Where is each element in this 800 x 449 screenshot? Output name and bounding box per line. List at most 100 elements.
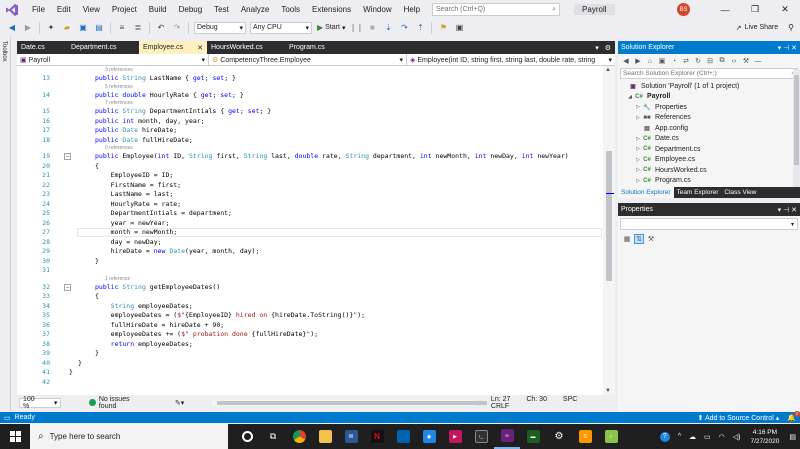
code-line[interactable]: 41}	[17, 368, 603, 377]
tab-solution-explorer[interactable]: Solution Explorer	[618, 187, 674, 198]
app-icon[interactable]: ▬	[520, 424, 546, 449]
netflix-icon[interactable]: N	[364, 424, 390, 449]
tab-employee-cs[interactable]: Employee.cs ✕	[139, 41, 207, 54]
sublime-text-icon[interactable]: S	[572, 424, 598, 449]
clock[interactable]: 4:16 PM 7/27/2020	[750, 428, 779, 446]
categorized-icon[interactable]: ▦	[622, 234, 632, 244]
solution-explorer-search-input[interactable]: Search Solution Explorer (Ctrl+;) ⌕	[620, 68, 798, 79]
tab-list-chevron-icon[interactable]: ▾	[595, 44, 599, 52]
preview-icon[interactable]: —	[753, 56, 763, 66]
expand-arrow-icon[interactable]: ◢	[626, 94, 634, 100]
save-all-icon[interactable]: ▤	[93, 22, 105, 34]
code-line[interactable]: 21 EmployeeID = ID;	[17, 171, 603, 180]
search-input[interactable]: Search (Ctrl+Q) ⌕	[432, 3, 561, 16]
menu-item-tools[interactable]: Tools	[275, 5, 306, 14]
tree-item-employee-cs[interactable]: ▷ C# Employee.cs	[618, 155, 800, 166]
code-line[interactable]: 20 {	[17, 162, 603, 171]
app-icon[interactable]	[390, 424, 416, 449]
member-dropdown[interactable]: ◈ Employee(int ID, string first, string l…	[407, 54, 615, 66]
visual-studio-icon[interactable]: ∞	[494, 424, 520, 449]
start-button[interactable]: ▶ Start ▾	[317, 23, 345, 32]
view-code-icon[interactable]: ‹›	[729, 56, 739, 66]
code-line[interactable]: 42	[17, 378, 603, 387]
menu-item-debug[interactable]: Debug	[173, 5, 209, 14]
code-line[interactable]: 40}	[17, 359, 603, 368]
uncomment-icon[interactable]: ≣	[132, 22, 144, 34]
step-over-icon[interactable]: ↷	[398, 22, 410, 34]
code-line[interactable]: 25 DepartmentIntials = department;	[17, 209, 603, 218]
step-into-icon[interactable]: ⇣	[382, 22, 394, 34]
tree-item-payroll[interactable]: ◢ C# Payroll	[618, 92, 800, 103]
settings-gear-icon[interactable]: ⚙	[605, 44, 611, 52]
menu-item-file[interactable]: File	[26, 5, 51, 14]
avatar[interactable]: BS	[677, 3, 690, 16]
taskbar-search-input[interactable]: ⌕ Type here to search	[30, 424, 228, 449]
tree-scrollbar[interactable]	[793, 69, 800, 187]
tab-class-view[interactable]: Class View	[721, 187, 759, 198]
action-center-icon[interactable]: ▤	[789, 433, 796, 441]
history-icon[interactable]: ◔	[669, 56, 679, 66]
forward-icon[interactable]: ▶	[633, 56, 643, 66]
close-tab-icon[interactable]: ✕	[197, 44, 203, 52]
expand-arrow-icon[interactable]: ▷	[634, 115, 642, 121]
expand-arrow-icon[interactable]: ▷	[634, 178, 642, 184]
back-icon[interactable]: ◀	[621, 56, 631, 66]
menu-item-view[interactable]: View	[77, 5, 106, 14]
tab-date-cs[interactable]: Date.cs	[17, 41, 67, 54]
code-line[interactable]: 16 public int month, day, year;	[17, 117, 603, 126]
show-all-files-icon[interactable]: ⧉	[717, 56, 727, 66]
issues-indicator[interactable]: No issues found	[89, 396, 144, 410]
editor-vertical-scrollbar[interactable]: ▲ ▼	[603, 66, 615, 395]
task-view-icon[interactable]: ⧉	[260, 424, 286, 449]
code-cleanup-icon[interactable]: ✎▾	[175, 399, 184, 407]
code-line[interactable]: 34 String employeeDates;	[17, 302, 603, 311]
code-line[interactable]: 18 public Date fullHireDate;	[17, 136, 603, 145]
chevron-down-icon[interactable]: ▾	[778, 45, 782, 52]
codelens-references[interactable]: 5 references	[105, 84, 133, 91]
codelens-references[interactable]: 7 references	[105, 100, 133, 107]
code-line[interactable]: 23 LastName = last;	[17, 190, 603, 199]
platform-select[interactable]: Any CPU ▾	[250, 21, 312, 34]
collapse-region-icon[interactable]: −	[64, 153, 71, 160]
codelens-references[interactable]: 1 reference	[105, 276, 130, 283]
object-select[interactable]: ▾	[620, 218, 798, 230]
tree-item-hoursworked-cs[interactable]: ▷ C# HoursWorked.cs	[618, 165, 800, 176]
codelens-references[interactable]: 0 references	[105, 145, 133, 152]
code-line[interactable]: 37 employeeDates += ($" probation done {…	[17, 330, 603, 339]
expand-arrow-icon[interactable]: ▷	[634, 146, 642, 152]
chrome-icon[interactable]	[286, 424, 312, 449]
code-line[interactable]: 31	[17, 266, 603, 275]
code-line[interactable]: 27 month = newMonth;	[17, 228, 603, 237]
wifi-icon[interactable]: ◠	[719, 433, 725, 441]
indentation-mode[interactable]: SPC	[563, 396, 577, 403]
tree-item-properties[interactable]: ▷ 🔧 Properties	[618, 102, 800, 113]
tab-program-cs[interactable]: Program.cs	[285, 41, 355, 54]
code-line[interactable]: 32 − public String getEmployeeDates()	[17, 283, 603, 292]
tree-item-app-config[interactable]: ▤ App.config	[618, 123, 800, 134]
code-line[interactable]: 26 year = newYear;	[17, 219, 603, 228]
word-icon[interactable]: W	[338, 424, 364, 449]
toolbox-strip[interactable]: Toolbox	[0, 37, 11, 411]
notifications-bell-icon[interactable]: 🔔 2	[787, 410, 800, 422]
feedback-icon[interactable]: ⚲	[788, 23, 794, 32]
alphabetical-icon[interactable]: ⇅	[634, 234, 644, 244]
sync-icon[interactable]: ⇄	[681, 56, 691, 66]
code-line[interactable]: 33 {	[17, 292, 603, 301]
step-out-icon[interactable]: ⇡	[414, 22, 426, 34]
scroll-up-arrow-icon[interactable]: ▲	[605, 67, 611, 73]
expand-arrow-icon[interactable]: ▷	[634, 157, 642, 163]
tab-team-explorer[interactable]: Team Explorer	[674, 187, 722, 198]
app-icon[interactable]: ✓	[598, 424, 624, 449]
stop-icon[interactable]: ■	[366, 22, 378, 34]
class-dropdown[interactable]: ⚙ CompetencyThree.Employee ▾	[209, 54, 407, 66]
properties-wrench-icon[interactable]: ⚒	[741, 56, 751, 66]
app-icon[interactable]: ◉	[416, 424, 442, 449]
scrollbar-thumb[interactable]	[794, 75, 799, 165]
expand-arrow-icon[interactable]: ▷	[634, 167, 642, 173]
tree-item-program-cs[interactable]: ▷ C# Program.cs	[618, 176, 800, 187]
windows-start-icon[interactable]	[0, 424, 30, 449]
property-pages-icon[interactable]: ⚒	[646, 234, 656, 244]
close-icon[interactable]: ✕	[791, 45, 797, 52]
forward-icon[interactable]: ▶	[22, 22, 34, 34]
code-line[interactable]: 14 public double HourlyRate { get; set; }	[17, 91, 603, 100]
